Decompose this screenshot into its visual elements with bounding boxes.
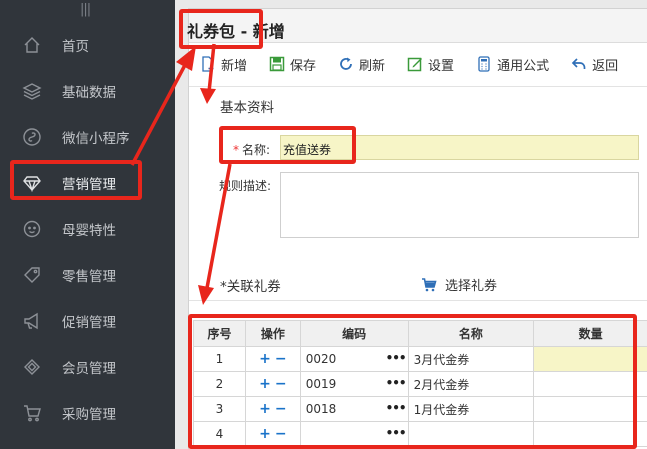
annotation-box-name [219, 126, 356, 164]
sidebar-item-basic-data[interactable]: 基础数据 [0, 68, 175, 114]
gem-icon [21, 356, 43, 378]
new-document-icon [202, 56, 214, 72]
refresh-button[interactable]: 刷新 [338, 55, 385, 74]
megaphone-icon [21, 310, 43, 332]
annotation-box-title [179, 9, 263, 49]
sidebar-item-purchase[interactable]: 采购管理 [0, 390, 175, 436]
select-coupon-button[interactable]: 选择礼券 [421, 275, 497, 294]
desc-label: 规则描述: [219, 179, 272, 193]
toolbar: 新增 保存 刷新 设置 通用公式 返回 [189, 49, 647, 79]
tag-icon [21, 264, 43, 286]
sidebar-item-retail[interactable]: 零售管理 [0, 252, 175, 298]
cart-icon [422, 277, 437, 291]
layers-icon [21, 80, 43, 102]
cart-icon [21, 402, 43, 424]
sidebar-item-promotion[interactable]: 促销管理 [0, 298, 175, 344]
sidebar-item-label: 微信小程序 [62, 131, 130, 147]
formula-button[interactable]: 通用公式 [476, 55, 549, 74]
sidebar-item-maternal[interactable]: 母婴特性 [0, 206, 175, 252]
back-button[interactable]: 返回 [571, 55, 618, 74]
save-button[interactable]: 保存 [269, 55, 316, 74]
divider [189, 300, 647, 301]
section-title-coupons: *关联礼券 [220, 279, 281, 295]
sidebar: ||| 首页 基础数据 微信小程序 营销管理 母婴特性 零售管理 促销管理 会员… [0, 0, 175, 449]
home-icon [21, 34, 43, 56]
baby-face-icon [21, 218, 43, 240]
mini-program-icon [21, 126, 43, 148]
refresh-icon [340, 57, 352, 70]
divider [189, 86, 647, 87]
sidebar-grip-icon[interactable]: ||| [80, 2, 91, 17]
settings-button[interactable]: 设置 [407, 55, 454, 74]
new-button[interactable]: 新增 [200, 55, 247, 74]
description-textarea[interactable] [280, 172, 639, 238]
sidebar-item-label: 会员管理 [62, 361, 116, 377]
annotation-box-marketing [10, 160, 142, 200]
section-title-basic: 基本资料 [220, 100, 274, 116]
save-icon [269, 56, 285, 72]
sidebar-item-label: 零售管理 [62, 269, 116, 285]
sidebar-item-member[interactable]: 会员管理 [0, 344, 175, 390]
edit-settings-icon [407, 57, 423, 72]
sidebar-item-label: 母婴特性 [62, 223, 116, 239]
sidebar-item-label: 首页 [62, 39, 89, 55]
back-arrow-icon [571, 58, 586, 69]
annotation-box-table [188, 314, 637, 449]
sidebar-item-label: 促销管理 [62, 315, 116, 331]
sidebar-item-home[interactable]: 首页 [0, 22, 175, 68]
sidebar-item-label: 采购管理 [62, 407, 116, 423]
calculator-icon [478, 56, 490, 72]
sidebar-item-mini-program[interactable]: 微信小程序 [0, 114, 175, 160]
sidebar-item-label: 基础数据 [62, 85, 116, 101]
